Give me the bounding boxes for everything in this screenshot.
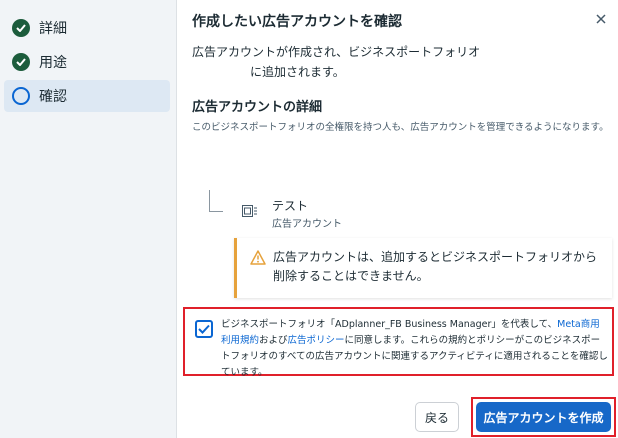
account-type: 広告アカウント xyxy=(272,219,342,230)
step-sidebar: 詳細 用途 確認 xyxy=(0,0,177,438)
create-ad-account-button[interactable]: 広告アカウントを作成 xyxy=(476,402,611,432)
warning-text: 広告アカウントは、追加するとビジネスポートフォリオから削除することはできません。 xyxy=(273,250,598,283)
radio-ring-icon xyxy=(12,87,30,105)
consent-text: ビジネスポートフォリオ「ADplanner_FB Business Manage… xyxy=(221,317,609,381)
close-icon[interactable] xyxy=(594,12,608,26)
account-name: テスト xyxy=(272,199,309,213)
step-confirm[interactable]: 確認 xyxy=(4,80,170,112)
consent-section: ビジネスポートフォリオ「ADplanner_FB Business Manage… xyxy=(183,307,614,378)
details-heading: 広告アカウントの詳細 xyxy=(192,100,323,115)
step-label: 用途 xyxy=(39,55,67,71)
consent-text-middle: および xyxy=(259,335,288,346)
details-description: このビジネスポートフォリオの全権限を持つ人も、広告アカウントを管理できるようにな… xyxy=(192,122,609,133)
dialog-message-line2: に追加されます。 xyxy=(250,65,345,79)
ad-account-icon xyxy=(242,205,257,217)
step-label: 確認 xyxy=(39,89,67,105)
warning-banner: 広告アカウントは、追加するとビジネスポートフォリオから削除することはできません。 xyxy=(234,238,612,298)
step-label: 詳細 xyxy=(39,21,67,37)
check-circle-icon xyxy=(12,53,30,71)
step-details[interactable]: 詳細 xyxy=(4,12,170,44)
ad-policy-link[interactable]: 広告ポリシー xyxy=(288,335,345,346)
check-circle-icon xyxy=(12,19,30,37)
dialog-message-line1: 広告アカウントが作成され、ビジネスポートフォリオ xyxy=(192,45,481,59)
create-button-highlight: 広告アカウントを作成 xyxy=(471,397,616,437)
tree-connector xyxy=(209,190,223,212)
warning-triangle-icon xyxy=(250,250,266,265)
back-button[interactable]: 戻る xyxy=(415,402,459,432)
consent-text-before: ビジネスポートフォリオ「ADplanner_FB Business Manage… xyxy=(221,319,558,330)
confirm-dialog: 作成したい広告アカウントを確認 広告アカウントが作成され、ビジネスポートフォリオ… xyxy=(178,0,618,438)
dialog-title: 作成したい広告アカウントを確認 xyxy=(192,14,402,30)
checkmark-icon xyxy=(198,324,210,334)
consent-checkbox[interactable] xyxy=(195,320,213,338)
step-usage[interactable]: 用途 xyxy=(4,46,170,78)
